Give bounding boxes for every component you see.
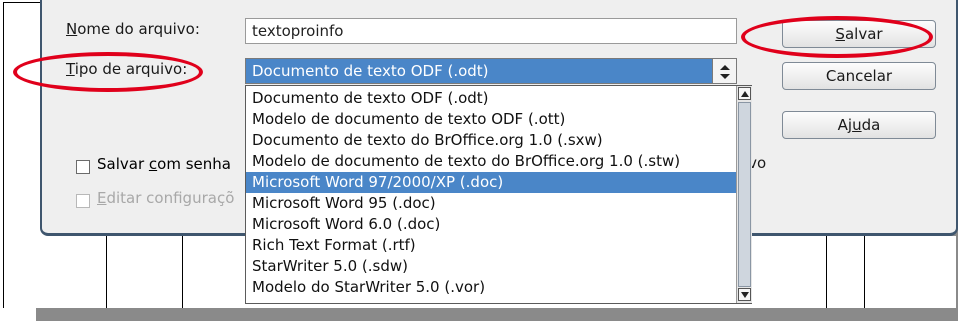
dropdown-option[interactable]: Modelo de documento de texto ODF (.ott)	[246, 109, 736, 130]
dropdown-option[interactable]: Microsoft Word 97/2000/XP (.doc)	[246, 172, 736, 193]
dropdown-option[interactable]: StarWriter 5.0 (.sdw)	[246, 256, 736, 277]
dropdown-option[interactable]: Microsoft Word 95 (.doc)	[246, 193, 736, 214]
highlight-ellipse-save	[741, 16, 933, 58]
scroll-up-button[interactable]	[738, 87, 751, 100]
page-margin-line	[864, 236, 865, 308]
save-with-password-checkbox[interactable]	[76, 160, 90, 174]
cancel-button[interactable]: Cancelar	[782, 62, 936, 90]
dropdown-option[interactable]: Microsoft Word 6.0 (.doc)	[246, 214, 736, 235]
arrow-down-icon	[741, 292, 749, 298]
highlight-ellipse-filetype	[13, 52, 203, 92]
scroll-thumb[interactable]	[738, 102, 751, 287]
filename-label: Nome do arquivo:	[66, 20, 200, 38]
page-margin-line	[182, 236, 183, 308]
dropdown-scrollbar[interactable]	[736, 86, 752, 303]
frame-shadow	[36, 307, 958, 321]
filename-input[interactable]: textoproinfo	[245, 18, 737, 44]
edit-filter-settings-label: Editar configuraçõ	[97, 189, 235, 207]
updown-arrows-icon	[720, 65, 730, 79]
filetype-select-toggle[interactable]	[712, 58, 737, 84]
filetype-dropdown-list[interactable]: Documento de texto ODF (.odt) Modelo de d…	[245, 85, 752, 304]
scroll-down-button[interactable]	[738, 288, 751, 301]
page-margin-line	[106, 236, 107, 308]
page-margin-line	[826, 236, 827, 308]
edit-filter-settings-checkbox	[76, 194, 90, 208]
dropdown-option[interactable]: Modelo de documento de texto do BrOffice…	[246, 151, 736, 172]
dropdown-option[interactable]: Documento de texto ODF (.odt)	[246, 88, 736, 109]
dropdown-option[interactable]: Documento de texto do BrOffice.org 1.0 (…	[246, 130, 736, 151]
dropdown-option[interactable]: Rich Text Format (.rtf)	[246, 235, 736, 256]
help-button[interactable]: Ajuda	[782, 111, 936, 139]
save-with-password-label: Salvar com senha	[97, 155, 231, 173]
arrow-up-icon	[741, 91, 749, 97]
dropdown-option[interactable]: Modelo do StarWriter 5.0 (.vor)	[246, 277, 736, 298]
filetype-select[interactable]: Documento de texto ODF (.odt)	[245, 58, 737, 84]
